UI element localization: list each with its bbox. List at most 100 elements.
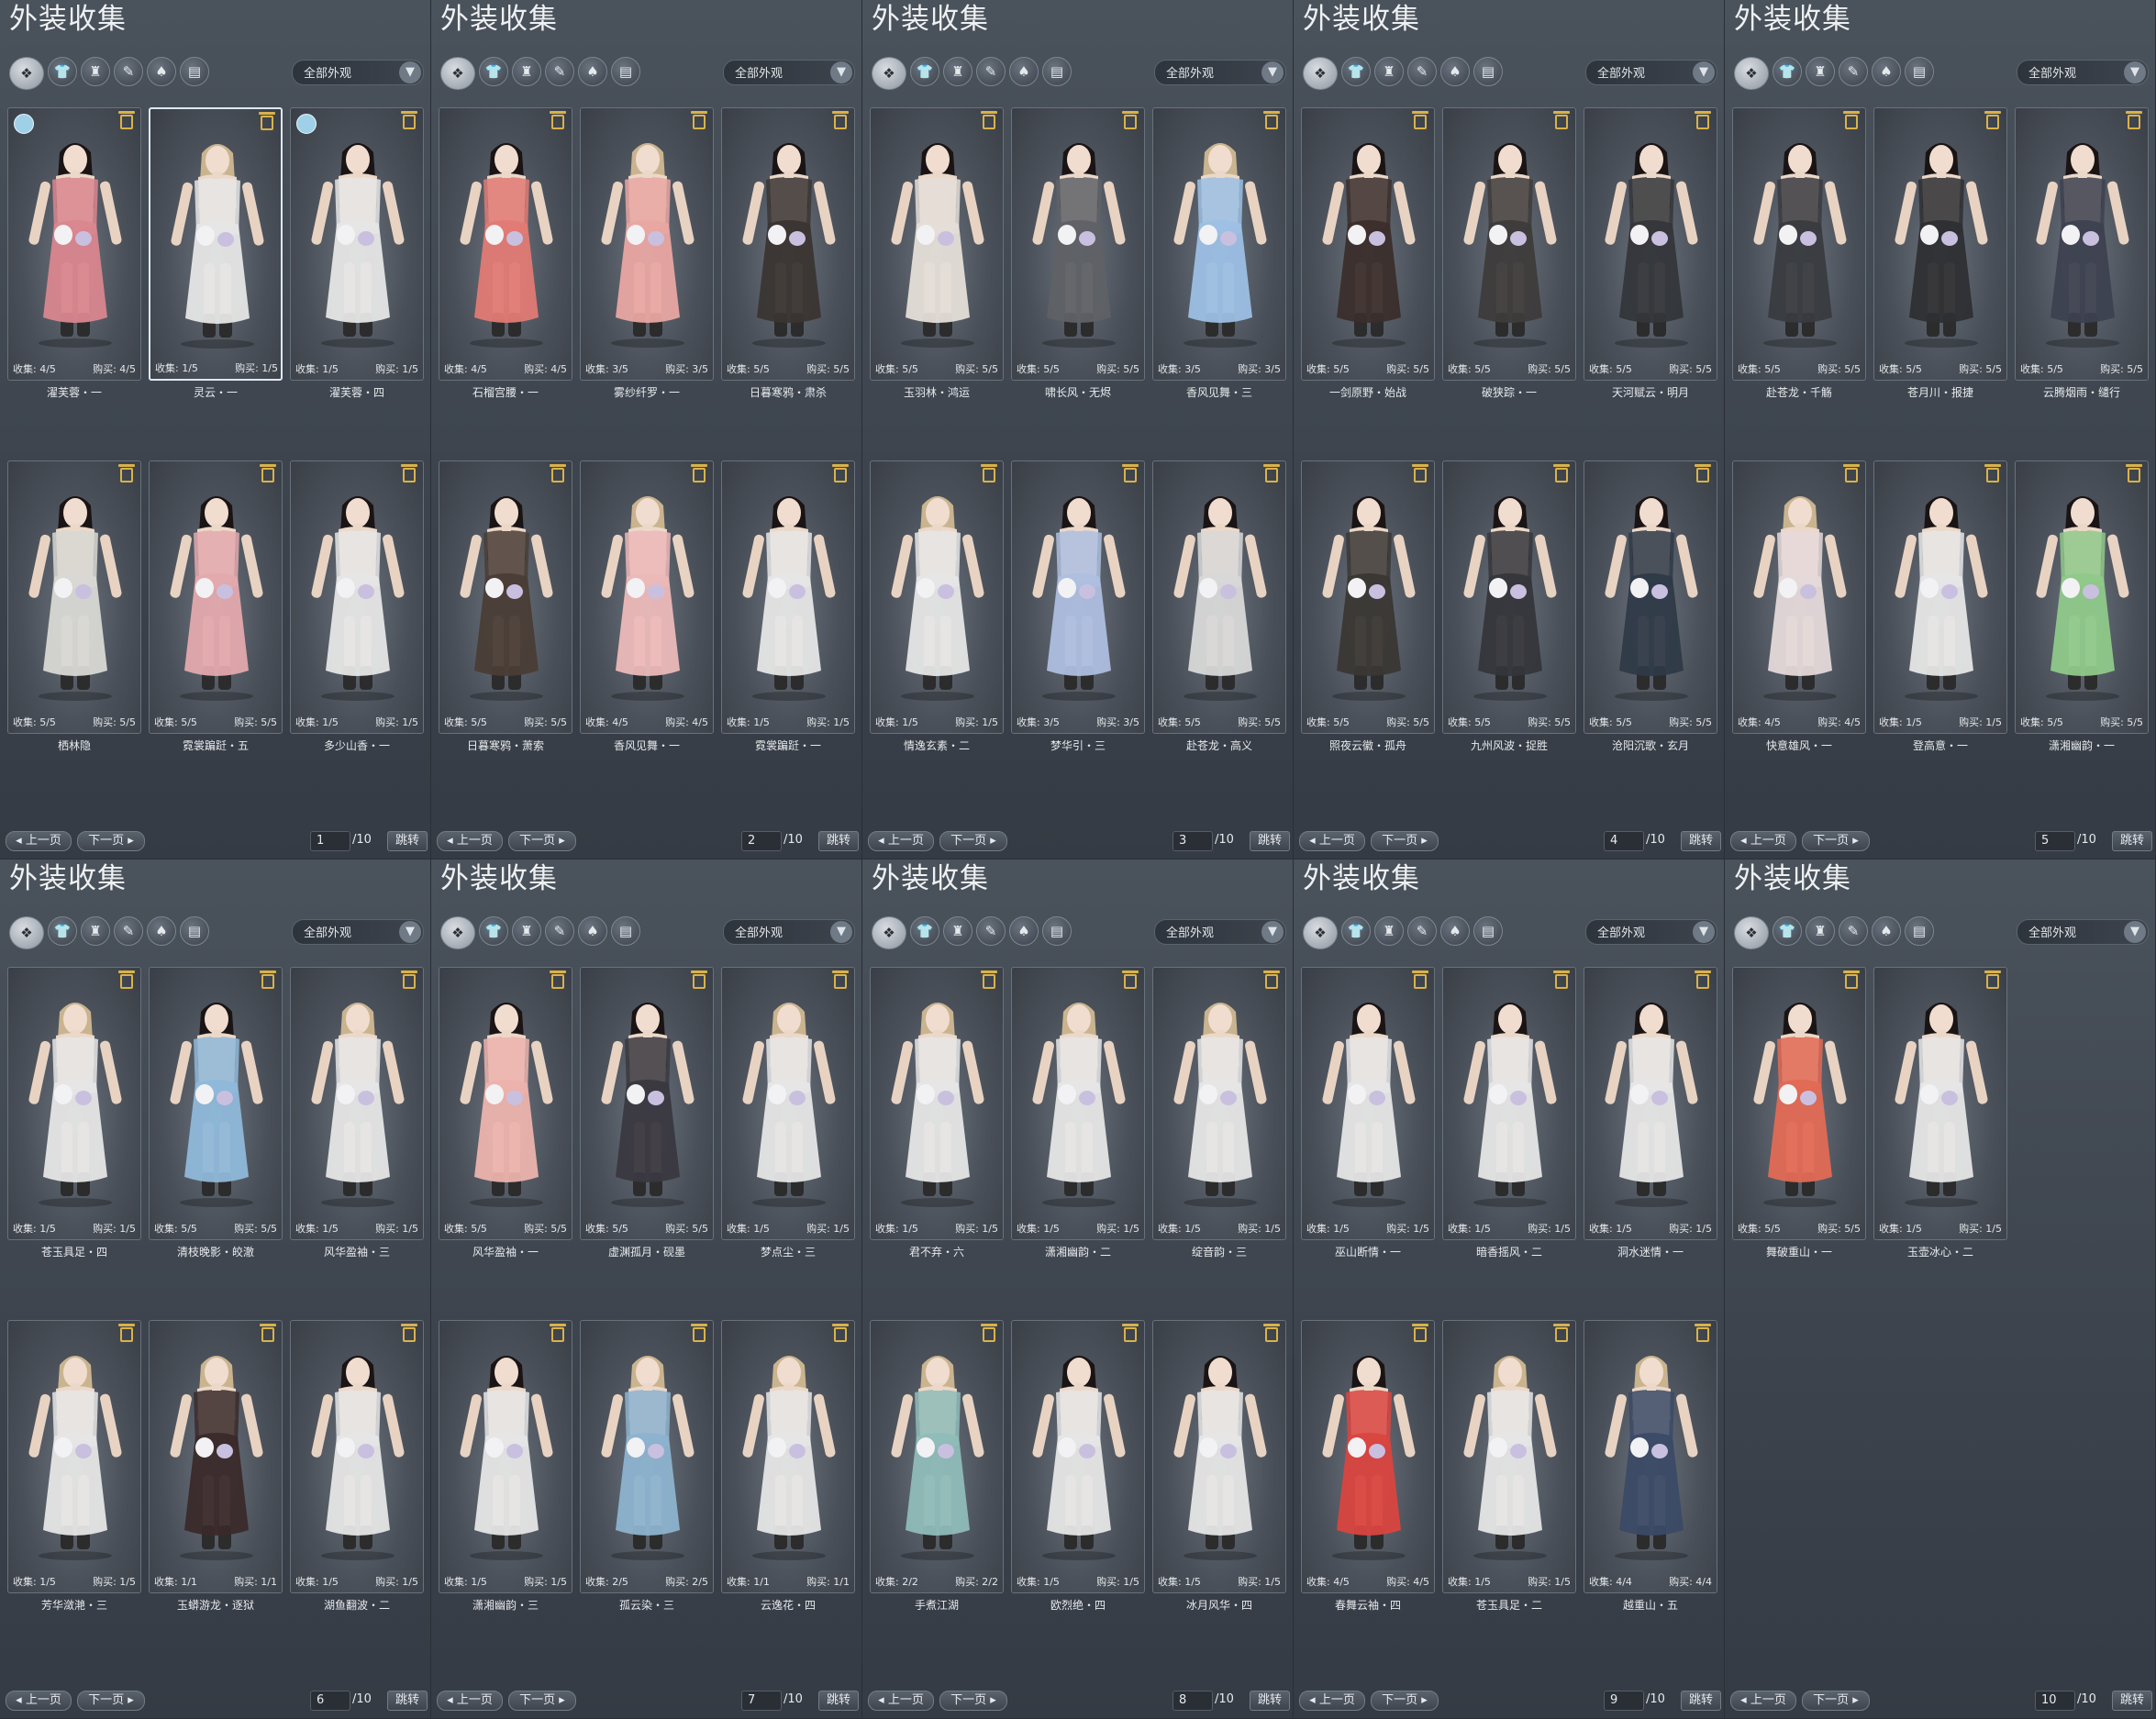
feather-icon[interactable]: ✎ (976, 57, 1006, 86)
headwear-icon[interactable]: ♠ (1009, 57, 1039, 86)
outfit-card[interactable]: 收集: 4/5 购买: 4/5 (1732, 460, 1866, 734)
outfit-card[interactable]: 收集: 5/5 购买: 5/5 (7, 460, 141, 734)
chevron-down-icon[interactable]: ▼ (830, 61, 852, 83)
top-garment-icon[interactable]: 👕 (1773, 57, 1802, 86)
all-outfits-icon[interactable]: ❖ (872, 57, 906, 90)
feather-icon[interactable]: ✎ (1407, 57, 1437, 86)
chevron-down-icon[interactable]: ▼ (399, 921, 421, 943)
feather-icon[interactable]: ✎ (545, 916, 574, 946)
next-page-button[interactable]: 下一页 ▸ (508, 1691, 576, 1711)
page-number-input[interactable]: 6 (310, 1691, 350, 1711)
next-page-button[interactable]: 下一页 ▸ (77, 831, 145, 851)
outfit-card[interactable]: 收集: 5/5 购买: 5/5 (439, 967, 572, 1240)
headwear-icon[interactable]: ♠ (1440, 916, 1470, 946)
outfit-card[interactable]: 收集: 1/5 购买: 1/5 (1873, 967, 2007, 1240)
all-outfits-icon[interactable]: ❖ (1303, 916, 1338, 949)
next-page-button[interactable]: 下一页 ▸ (77, 1691, 145, 1711)
outfit-card[interactable]: 收集: 5/5 购买: 5/5 (439, 460, 572, 734)
headwear-icon[interactable]: ♠ (578, 57, 607, 86)
feather-icon[interactable]: ✎ (1839, 57, 1868, 86)
chevron-down-icon[interactable]: ▼ (399, 61, 421, 83)
page-number-input[interactable]: 5 (2035, 831, 2075, 851)
jump-button[interactable]: 跳转 (2112, 831, 2152, 851)
page-number-input[interactable]: 3 (1172, 831, 1213, 851)
feather-icon[interactable]: ✎ (114, 916, 143, 946)
next-page-button[interactable]: 下一页 ▸ (1802, 1691, 1870, 1711)
next-page-button[interactable]: 下一页 ▸ (1371, 831, 1439, 851)
outfit-card[interactable]: 收集: 1/5 购买: 1/5 (1442, 967, 1576, 1240)
outfit-card[interactable]: 收集: 5/5 购买: 5/5 (1442, 107, 1576, 381)
jump-button[interactable]: 跳转 (387, 831, 428, 851)
chevron-down-icon[interactable]: ▼ (1261, 61, 1284, 83)
outfit-card[interactable]: 收集: 5/5 购买: 5/5 (1584, 107, 1717, 381)
top-garment-icon[interactable]: 👕 (48, 916, 77, 946)
scroll-icon[interactable]: ▤ (180, 57, 209, 86)
scroll-icon[interactable]: ▤ (1905, 916, 1934, 946)
headwear-icon[interactable]: ♠ (578, 916, 607, 946)
top-garment-icon[interactable]: 👕 (1341, 916, 1371, 946)
outfit-card[interactable]: 收集: 1/5 购买: 1/5 (721, 967, 855, 1240)
robe-icon[interactable]: ♜ (1806, 57, 1835, 86)
outfit-card[interactable]: 收集: 1/5 购买: 1/5 (1152, 1320, 1286, 1593)
outfit-card[interactable]: 收集: 1/1 购买: 1/1 (721, 1320, 855, 1593)
outfit-card[interactable]: 收集: 1/5 购买: 1/5 (290, 967, 424, 1240)
next-page-button[interactable]: 下一页 ▸ (1802, 831, 1870, 851)
scroll-icon[interactable]: ▤ (611, 916, 640, 946)
all-outfits-icon[interactable]: ❖ (440, 916, 475, 949)
scroll-icon[interactable]: ▤ (1473, 57, 1503, 86)
scroll-icon[interactable]: ▤ (180, 916, 209, 946)
appearance-filter-dropdown[interactable]: 全部外观 ▼ (723, 919, 855, 945)
all-outfits-icon[interactable]: ❖ (440, 57, 475, 90)
appearance-filter-dropdown[interactable]: 全部外观 ▼ (723, 60, 855, 85)
scroll-icon[interactable]: ▤ (1905, 57, 1934, 86)
all-outfits-icon[interactable]: ❖ (872, 916, 906, 949)
outfit-card[interactable]: 收集: 1/5 购买: 1/5 (290, 1320, 424, 1593)
headwear-icon[interactable]: ♠ (1872, 916, 1901, 946)
page-number-input[interactable]: 10 (2035, 1691, 2075, 1711)
page-number-input[interactable]: 9 (1604, 1691, 1644, 1711)
outfit-card[interactable]: 收集: 1/5 购买: 1/5 (290, 107, 424, 381)
appearance-filter-dropdown[interactable]: 全部外观 ▼ (2017, 919, 2149, 945)
outfit-card[interactable]: 收集: 5/5 购买: 5/5 (1732, 107, 1866, 381)
appearance-filter-dropdown[interactable]: 全部外观 ▼ (1585, 919, 1717, 945)
page-number-input[interactable]: 4 (1604, 831, 1644, 851)
chevron-down-icon[interactable]: ▼ (1693, 61, 1715, 83)
prev-page-button[interactable]: ◂ 上一页 (437, 831, 503, 851)
next-page-button[interactable]: 下一页 ▸ (508, 831, 576, 851)
appearance-filter-dropdown[interactable]: 全部外观 ▼ (1154, 919, 1286, 945)
robe-icon[interactable]: ♜ (1806, 916, 1835, 946)
all-outfits-icon[interactable]: ❖ (9, 916, 44, 949)
appearance-filter-dropdown[interactable]: 全部外观 ▼ (1585, 60, 1717, 85)
outfit-card[interactable]: 收集: 1/5 购买: 1/5 (7, 1320, 141, 1593)
all-outfits-icon[interactable]: ❖ (9, 57, 44, 90)
robe-icon[interactable]: ♜ (81, 916, 110, 946)
feather-icon[interactable]: ✎ (1407, 916, 1437, 946)
outfit-card[interactable]: 收集: 5/5 购买: 5/5 (1152, 460, 1286, 734)
chevron-down-icon[interactable]: ▼ (1261, 921, 1284, 943)
chevron-down-icon[interactable]: ▼ (2124, 921, 2146, 943)
outfit-card[interactable]: 收集: 3/5 购买: 3/5 (1152, 107, 1286, 381)
jump-button[interactable]: 跳转 (1250, 831, 1290, 851)
robe-icon[interactable]: ♜ (81, 57, 110, 86)
outfit-card[interactable]: 收集: 1/5 购买: 1/5 (1584, 967, 1717, 1240)
outfit-card[interactable]: 收集: 1/1 购买: 1/1 (149, 1320, 283, 1593)
chevron-down-icon[interactable]: ▼ (1693, 921, 1715, 943)
outfit-card[interactable]: 收集: 5/5 购买: 5/5 (1873, 107, 2007, 381)
next-page-button[interactable]: 下一页 ▸ (939, 1691, 1007, 1711)
top-garment-icon[interactable]: 👕 (48, 57, 77, 86)
top-garment-icon[interactable]: 👕 (910, 916, 939, 946)
outfit-card[interactable]: 收集: 5/5 购买: 5/5 (1301, 107, 1435, 381)
feather-icon[interactable]: ✎ (114, 57, 143, 86)
outfit-card[interactable]: 收集: 1/5 购买: 1/5 (870, 967, 1004, 1240)
outfit-card[interactable]: 收集: 1/5 购买: 1/5 (1152, 967, 1286, 1240)
outfit-card[interactable]: 收集: 5/5 购买: 5/5 (1732, 967, 1866, 1240)
appearance-filter-dropdown[interactable]: 全部外观 ▼ (292, 60, 424, 85)
appearance-filter-dropdown[interactable]: 全部外观 ▼ (292, 919, 424, 945)
outfit-card[interactable]: 收集: 3/5 购买: 3/5 (1011, 460, 1145, 734)
robe-icon[interactable]: ♜ (512, 57, 541, 86)
jump-button[interactable]: 跳转 (2112, 1691, 2152, 1711)
prev-page-button[interactable]: ◂ 上一页 (6, 831, 72, 851)
jump-button[interactable]: 跳转 (1681, 1691, 1721, 1711)
top-garment-icon[interactable]: 👕 (1773, 916, 1802, 946)
outfit-card[interactable]: 收集: 1/5 购买: 1/5 (1011, 1320, 1145, 1593)
